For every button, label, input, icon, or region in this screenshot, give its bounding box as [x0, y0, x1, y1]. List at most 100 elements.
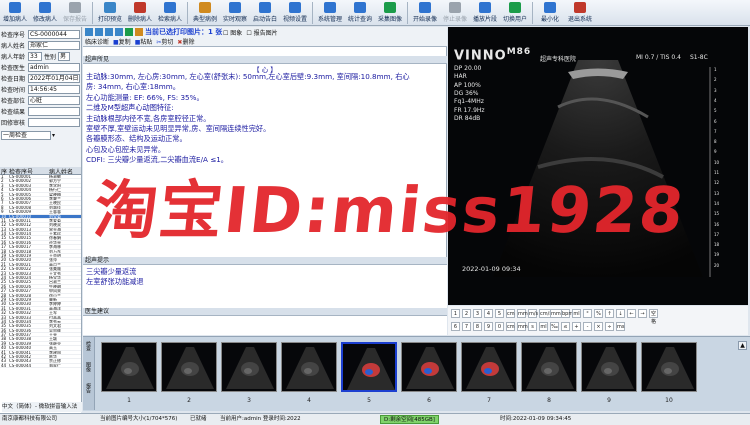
keypad-key[interactable]: s: [528, 322, 537, 331]
paste-button[interactable]: ■粘贴: [135, 37, 153, 46]
keypad-key[interactable]: bpm: [561, 309, 573, 318]
toolbar-button-5[interactable]: 删除病人: [125, 0, 155, 26]
toolbar-button-7[interactable]: 典型病例: [190, 0, 220, 26]
form-input[interactable]: [28, 117, 80, 127]
last-icon[interactable]: [115, 28, 123, 36]
keypad-key[interactable]: mm: [517, 322, 528, 331]
side-tab-images[interactable]: 图像: [85, 362, 92, 372]
keypad-key[interactable]: cm: [506, 309, 515, 318]
keypad-key[interactable]: ←: [627, 309, 636, 318]
keypad-key[interactable]: %: [594, 309, 603, 318]
keypad-key[interactable]: °: [583, 309, 592, 318]
thumbnail-image[interactable]: [521, 342, 577, 392]
keypad-key[interactable]: ‰: [550, 322, 559, 331]
keypad-key[interactable]: ms: [616, 322, 625, 331]
toolbar-button-17[interactable]: 切换用户: [500, 0, 530, 26]
keypad-key[interactable]: ml: [539, 322, 548, 331]
form-input[interactable]: 14:56:45: [28, 84, 80, 94]
toolbar-button-10[interactable]: 视频设置: [280, 0, 310, 26]
keypad-key[interactable]: +: [572, 322, 581, 331]
copy-button[interactable]: ■复制: [113, 37, 131, 46]
toolbar-button-8[interactable]: 实时观察: [220, 0, 250, 26]
table-cell: CS-000042: [9, 355, 32, 359]
keypad-key[interactable]: 9: [484, 322, 493, 331]
prev-icon[interactable]: [95, 28, 103, 36]
tab-clinical-diagnosis[interactable]: 临床诊断: [85, 37, 109, 46]
keypad-key[interactable]: ×: [594, 322, 603, 331]
delete-button[interactable]: ✖删除: [177, 37, 194, 46]
keypad-key[interactable]: 2: [462, 309, 471, 318]
date-filter-select[interactable]: 一周检查: [1, 130, 51, 140]
form-input[interactable]: 2022年01月04日: [28, 73, 80, 83]
thumbnail-image[interactable]: [401, 342, 457, 392]
advice-textarea[interactable]: [83, 316, 447, 335]
thumbnail-image[interactable]: [281, 342, 337, 392]
keypad-key[interactable]: 空格: [649, 309, 658, 325]
thumbnail-image[interactable]: [221, 342, 277, 392]
toolbar-button-9[interactable]: 启动告白: [250, 0, 280, 26]
patient-list[interactable]: 1 CS-000001 杨淑敏 2 CS-000002 郭方宁 3 CS-000003 李学阳 4…: [0, 175, 81, 425]
keypad-key[interactable]: 1: [451, 309, 460, 318]
keypad-key[interactable]: 8: [473, 322, 482, 331]
keypad-key[interactable]: 4: [484, 309, 493, 318]
font-icon[interactable]: [135, 28, 143, 36]
keypad-key[interactable]: -: [583, 322, 592, 331]
chevron-down-icon[interactable]: ▾: [52, 132, 55, 139]
toolbar-button-11[interactable]: 系统管理: [315, 0, 345, 26]
form-input[interactable]: 郑家仁: [28, 40, 80, 50]
thumbnail-image[interactable]: [341, 342, 397, 392]
toolbar-button-15[interactable]: 停止录像: [440, 0, 470, 26]
thumbnail-image[interactable]: [581, 342, 637, 392]
form-input[interactable]: 心脏: [28, 95, 80, 105]
toolbar-button-14[interactable]: 开始录像: [410, 0, 440, 26]
hint-textarea[interactable]: 三尖瓣少量返流 左室舒张功能减退: [83, 265, 447, 309]
toolbar-button-1[interactable]: 增加病人: [0, 0, 30, 26]
keypad-key[interactable]: 0: [495, 322, 504, 331]
keypad-key[interactable]: 3: [473, 309, 482, 318]
form-input[interactable]: [28, 106, 80, 116]
option-image-checkbox[interactable]: ☐ 图象: [223, 28, 242, 37]
thumb-scroll-up-icon[interactable]: ▲: [738, 341, 747, 350]
keypad-key[interactable]: ↓: [616, 309, 625, 318]
side-tab-report[interactable]: 报告: [85, 383, 92, 393]
sex-select[interactable]: 男: [58, 51, 71, 61]
col-header-name[interactable]: 病人姓名: [49, 167, 81, 174]
thumbnail-image[interactable]: [161, 342, 217, 392]
keypad-key[interactable]: →: [638, 309, 647, 318]
keypad-key[interactable]: cm: [506, 322, 515, 331]
thumbnail-image[interactable]: [641, 342, 697, 392]
thumbnail-image[interactable]: [461, 342, 517, 392]
toolbar-button-3[interactable]: 保存报告: [60, 0, 90, 26]
toolbar-button-19[interactable]: 退出系统: [565, 0, 595, 26]
thumbnail-image[interactable]: [101, 342, 157, 392]
form-input[interactable]: admin: [28, 62, 80, 72]
toolbar-button-12[interactable]: 统计查询: [345, 0, 375, 26]
keypad-key[interactable]: mm: [517, 309, 528, 318]
table-row[interactable]: 44 CS-000044 郑家仁: [0, 363, 81, 369]
toolbar-button-4[interactable]: 打印预览: [95, 0, 125, 26]
form-input[interactable]: 33: [28, 51, 42, 61]
template-icon[interactable]: [125, 28, 133, 36]
keypad-key[interactable]: m/s: [528, 309, 538, 318]
toolbar-button-6[interactable]: 检索病人: [155, 0, 185, 26]
toolbar-button-16[interactable]: 播放片段: [470, 0, 500, 26]
toolbar-button-13[interactable]: 采集图像: [375, 0, 405, 26]
keypad-key[interactable]: ml: [572, 309, 581, 318]
keypad-key[interactable]: 7: [462, 322, 471, 331]
keypad-key[interactable]: ≤: [561, 322, 570, 331]
cut-button[interactable]: ✂剪切: [156, 37, 173, 46]
keypad-key[interactable]: 6: [451, 322, 460, 331]
option-report-image-checkbox[interactable]: ☐ 报告图片: [246, 28, 277, 37]
toolbar-button-18[interactable]: 最小化: [535, 0, 565, 26]
keypad-key[interactable]: ÷: [605, 322, 614, 331]
keypad-key[interactable]: 5: [495, 309, 504, 318]
keypad-key[interactable]: ↑: [605, 309, 614, 318]
next-icon[interactable]: [105, 28, 113, 36]
first-icon[interactable]: [85, 28, 93, 36]
side-tab-exam[interactable]: 检查: [85, 341, 92, 351]
col-header-index[interactable]: 序号: [0, 167, 9, 185]
col-header-exam-no[interactable]: 检查序号: [9, 167, 49, 174]
form-input[interactable]: CS-0000044: [28, 29, 80, 39]
status-bar: 中文（简体）- 微软拼音输入法 南京康都科技有限公司 当前图片编号大小(1/70…: [0, 402, 750, 425]
toolbar-button-2[interactable]: 修改病人: [30, 0, 60, 26]
